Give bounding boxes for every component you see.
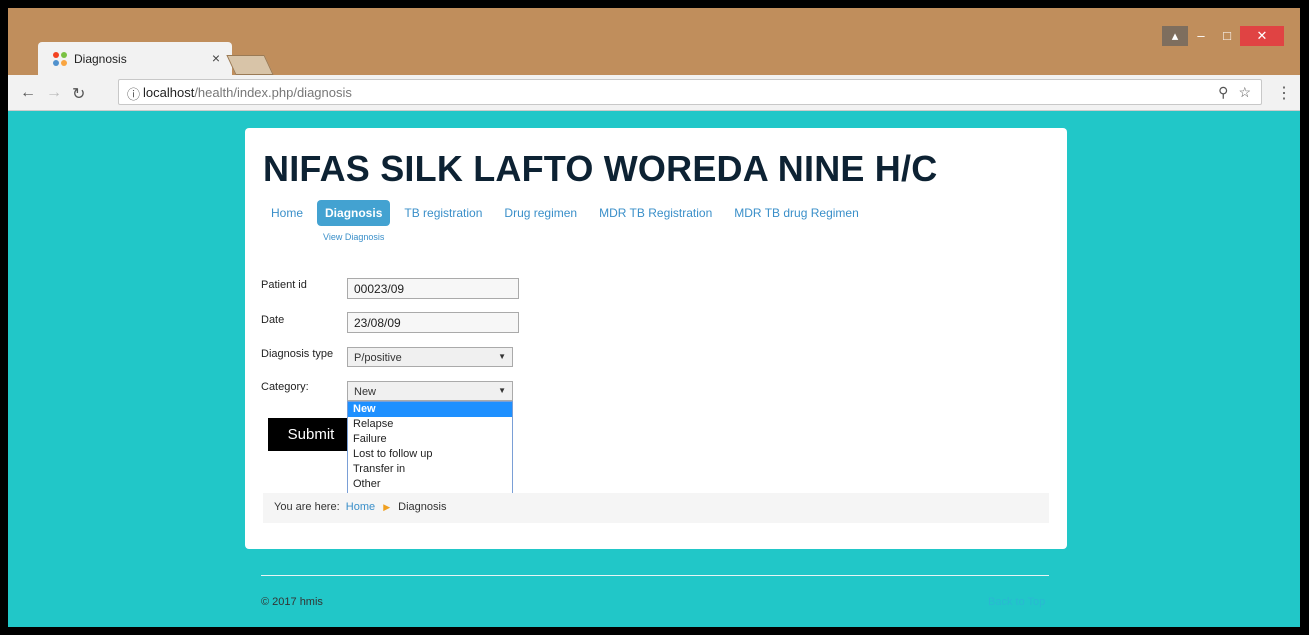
chevron-down-icon: ▼ (498, 352, 506, 361)
screenshot-frame: ▴ – □ ✕ Diagnosis × ← → ↻ ⓘ localhost/he… (0, 0, 1309, 635)
breadcrumb-separator-icon: ▶ (383, 502, 391, 512)
info-icon[interactable]: ⓘ (127, 84, 140, 103)
category-select[interactable]: New ▼ (347, 381, 513, 401)
category-option-transfer-in[interactable]: Transfer in (348, 462, 512, 477)
nav-tb-registration[interactable]: TB registration (396, 200, 490, 226)
breadcrumb-prefix: You are here: (274, 501, 340, 513)
forward-icon[interactable]: → (46, 84, 62, 102)
browser-toolbar: ← → ↻ ⓘ localhost/health/index.php/diagn… (8, 75, 1300, 111)
zoom-icon[interactable]: ⚲ (1218, 84, 1228, 101)
footer-divider (261, 575, 1049, 576)
patient-id-label: Patient id (261, 279, 307, 291)
footer-copyright: © 2017 hmis (261, 596, 323, 608)
nav-diagnosis[interactable]: Diagnosis (317, 200, 391, 226)
new-tab-button[interactable] (226, 55, 274, 75)
joomla-icon (53, 52, 67, 66)
category-label: Category: (261, 381, 309, 393)
subnav-view-diagnosis[interactable]: View Diagnosis (323, 232, 384, 242)
category-option-other[interactable]: Other (348, 477, 512, 492)
url-text: localhost/health/index.php/diagnosis (143, 85, 352, 100)
tab-close-icon[interactable]: × (212, 50, 220, 66)
submit-button[interactable]: Submit (268, 418, 354, 451)
address-bar[interactable]: ⓘ localhost/health/index.php/diagnosis ⚲… (118, 79, 1262, 105)
maximize-button[interactable]: □ (1214, 26, 1240, 46)
url-host: localhost (143, 85, 195, 100)
star-icon[interactable]: ☆ (1238, 84, 1251, 101)
date-label: Date (261, 314, 285, 326)
browser-window: ▴ – □ ✕ Diagnosis × ← → ↻ ⓘ localhost/he… (8, 8, 1300, 627)
breadcrumb: You are here: Home ▶ Diagnosis (263, 493, 1049, 523)
category-value: New (354, 386, 377, 398)
date-input[interactable] (347, 312, 519, 333)
back-to-top-link[interactable]: Back to Top (988, 596, 1045, 608)
nav-mdr-tb-drug-regimen[interactable]: MDR TB drug Regimen (726, 200, 867, 226)
nav-mdr-tb-registration[interactable]: MDR TB Registration (591, 200, 720, 226)
reload-icon[interactable]: ↻ (72, 84, 85, 104)
diagnosis-type-label: Diagnosis type (261, 348, 334, 360)
page-title: NIFAS SILK LAFTO WOREDA NINE H/C (263, 148, 938, 189)
window-controls: ▴ – □ ✕ (1162, 26, 1284, 46)
profile-icon[interactable]: ▴ (1162, 26, 1188, 46)
back-icon[interactable]: ← (20, 84, 36, 102)
nav-home[interactable]: Home (263, 200, 311, 226)
nav-drug-regimen[interactable]: Drug regimen (496, 200, 585, 226)
close-window-button[interactable]: ✕ (1240, 26, 1284, 46)
category-dropdown-list: New Relapse Failure Lost to follow up Tr… (347, 401, 513, 495)
category-option-lost-to-follow-up[interactable]: Lost to follow up (348, 447, 512, 462)
diagnosis-type-select[interactable]: P/positive ▼ (347, 347, 513, 367)
tab-title: Diagnosis (74, 52, 127, 66)
breadcrumb-current: Diagnosis (398, 501, 447, 513)
category-option-failure[interactable]: Failure (348, 432, 512, 447)
diagnosis-type-value: P/positive (354, 352, 402, 364)
chevron-down-icon: ▼ (498, 386, 506, 395)
url-path: /health/index.php/diagnosis (194, 85, 352, 100)
menu-icon[interactable]: ⋮ (1276, 83, 1292, 103)
main-nav: Home Diagnosis TB registration Drug regi… (263, 200, 867, 226)
patient-id-input[interactable] (347, 278, 519, 299)
category-option-new[interactable]: New (348, 402, 512, 417)
breadcrumb-home-link[interactable]: Home (346, 501, 375, 513)
browser-tab[interactable]: Diagnosis × (38, 42, 232, 75)
omnibox-actions: ⚲ ☆ (1218, 84, 1251, 101)
category-option-relapse[interactable]: Relapse (348, 417, 512, 432)
content-card: NIFAS SILK LAFTO WOREDA NINE H/C Home Di… (245, 128, 1067, 549)
minimize-button[interactable]: – (1188, 26, 1214, 46)
